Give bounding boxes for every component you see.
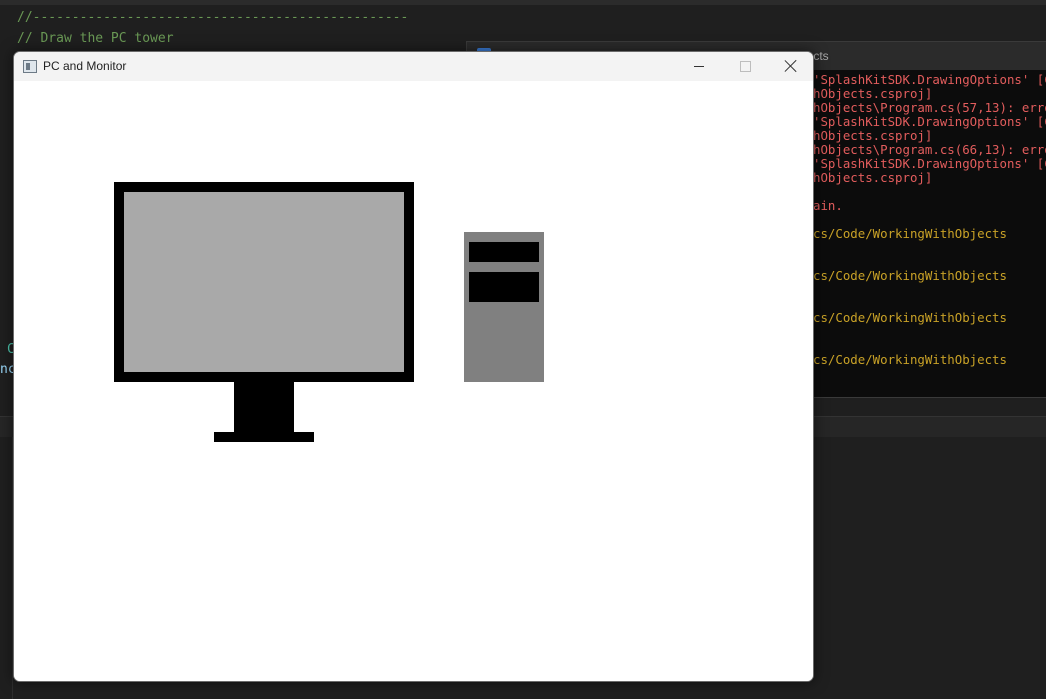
monitor-stand-base: [214, 432, 314, 442]
maximize-icon: [740, 61, 751, 72]
terminal-line: hObjects.csproj]: [813, 128, 933, 143]
code-comment-line: //--------------------------------------…: [17, 10, 409, 25]
terminal-line: hObjects\Program.cs(66,13): error: [813, 142, 1046, 157]
terminal-line: 'SplashKitSDK.DrawingOptions' [C:\: [813, 72, 1046, 87]
window-icon: [23, 60, 37, 73]
minimize-button[interactable]: [676, 52, 722, 81]
monitor-screen: [124, 192, 404, 372]
monitor-stand-neck: [234, 382, 294, 432]
maximize-button: [722, 52, 768, 81]
code-comment-line: // Draw the PC tower: [17, 31, 174, 46]
terminal-line: 'SplashKitSDK.DrawingOptions' [C:\: [813, 156, 1046, 171]
pc-drive-bay: [469, 242, 539, 262]
close-icon: [784, 59, 798, 73]
app-titlebar[interactable]: PC and Monitor: [14, 52, 813, 81]
terminal-line: cs/Code/WorkingWithObjects: [813, 352, 1007, 367]
terminal-line: hObjects\Program.cs(57,13): error: [813, 100, 1046, 115]
window-title: PC and Monitor: [43, 59, 127, 73]
app-window[interactable]: PC and Monitor: [13, 51, 814, 682]
terminal-line: 'SplashKitSDK.DrawingOptions' [C:\: [813, 114, 1046, 129]
terminal-line: cs/Code/WorkingWithObjects: [813, 310, 1007, 325]
terminal-line: cs/Code/WorkingWithObjects: [813, 268, 1007, 283]
terminal-line: hObjects.csproj]: [813, 170, 933, 185]
pc-drive-bay: [469, 272, 539, 302]
minimize-icon: [694, 66, 704, 67]
close-button[interactable]: [768, 52, 813, 81]
terminal-line: hObjects.csproj]: [813, 86, 933, 101]
drawing-canvas: [14, 81, 813, 681]
terminal-line: ain.: [813, 198, 843, 213]
terminal-line: cs/Code/WorkingWithObjects: [813, 226, 1007, 241]
